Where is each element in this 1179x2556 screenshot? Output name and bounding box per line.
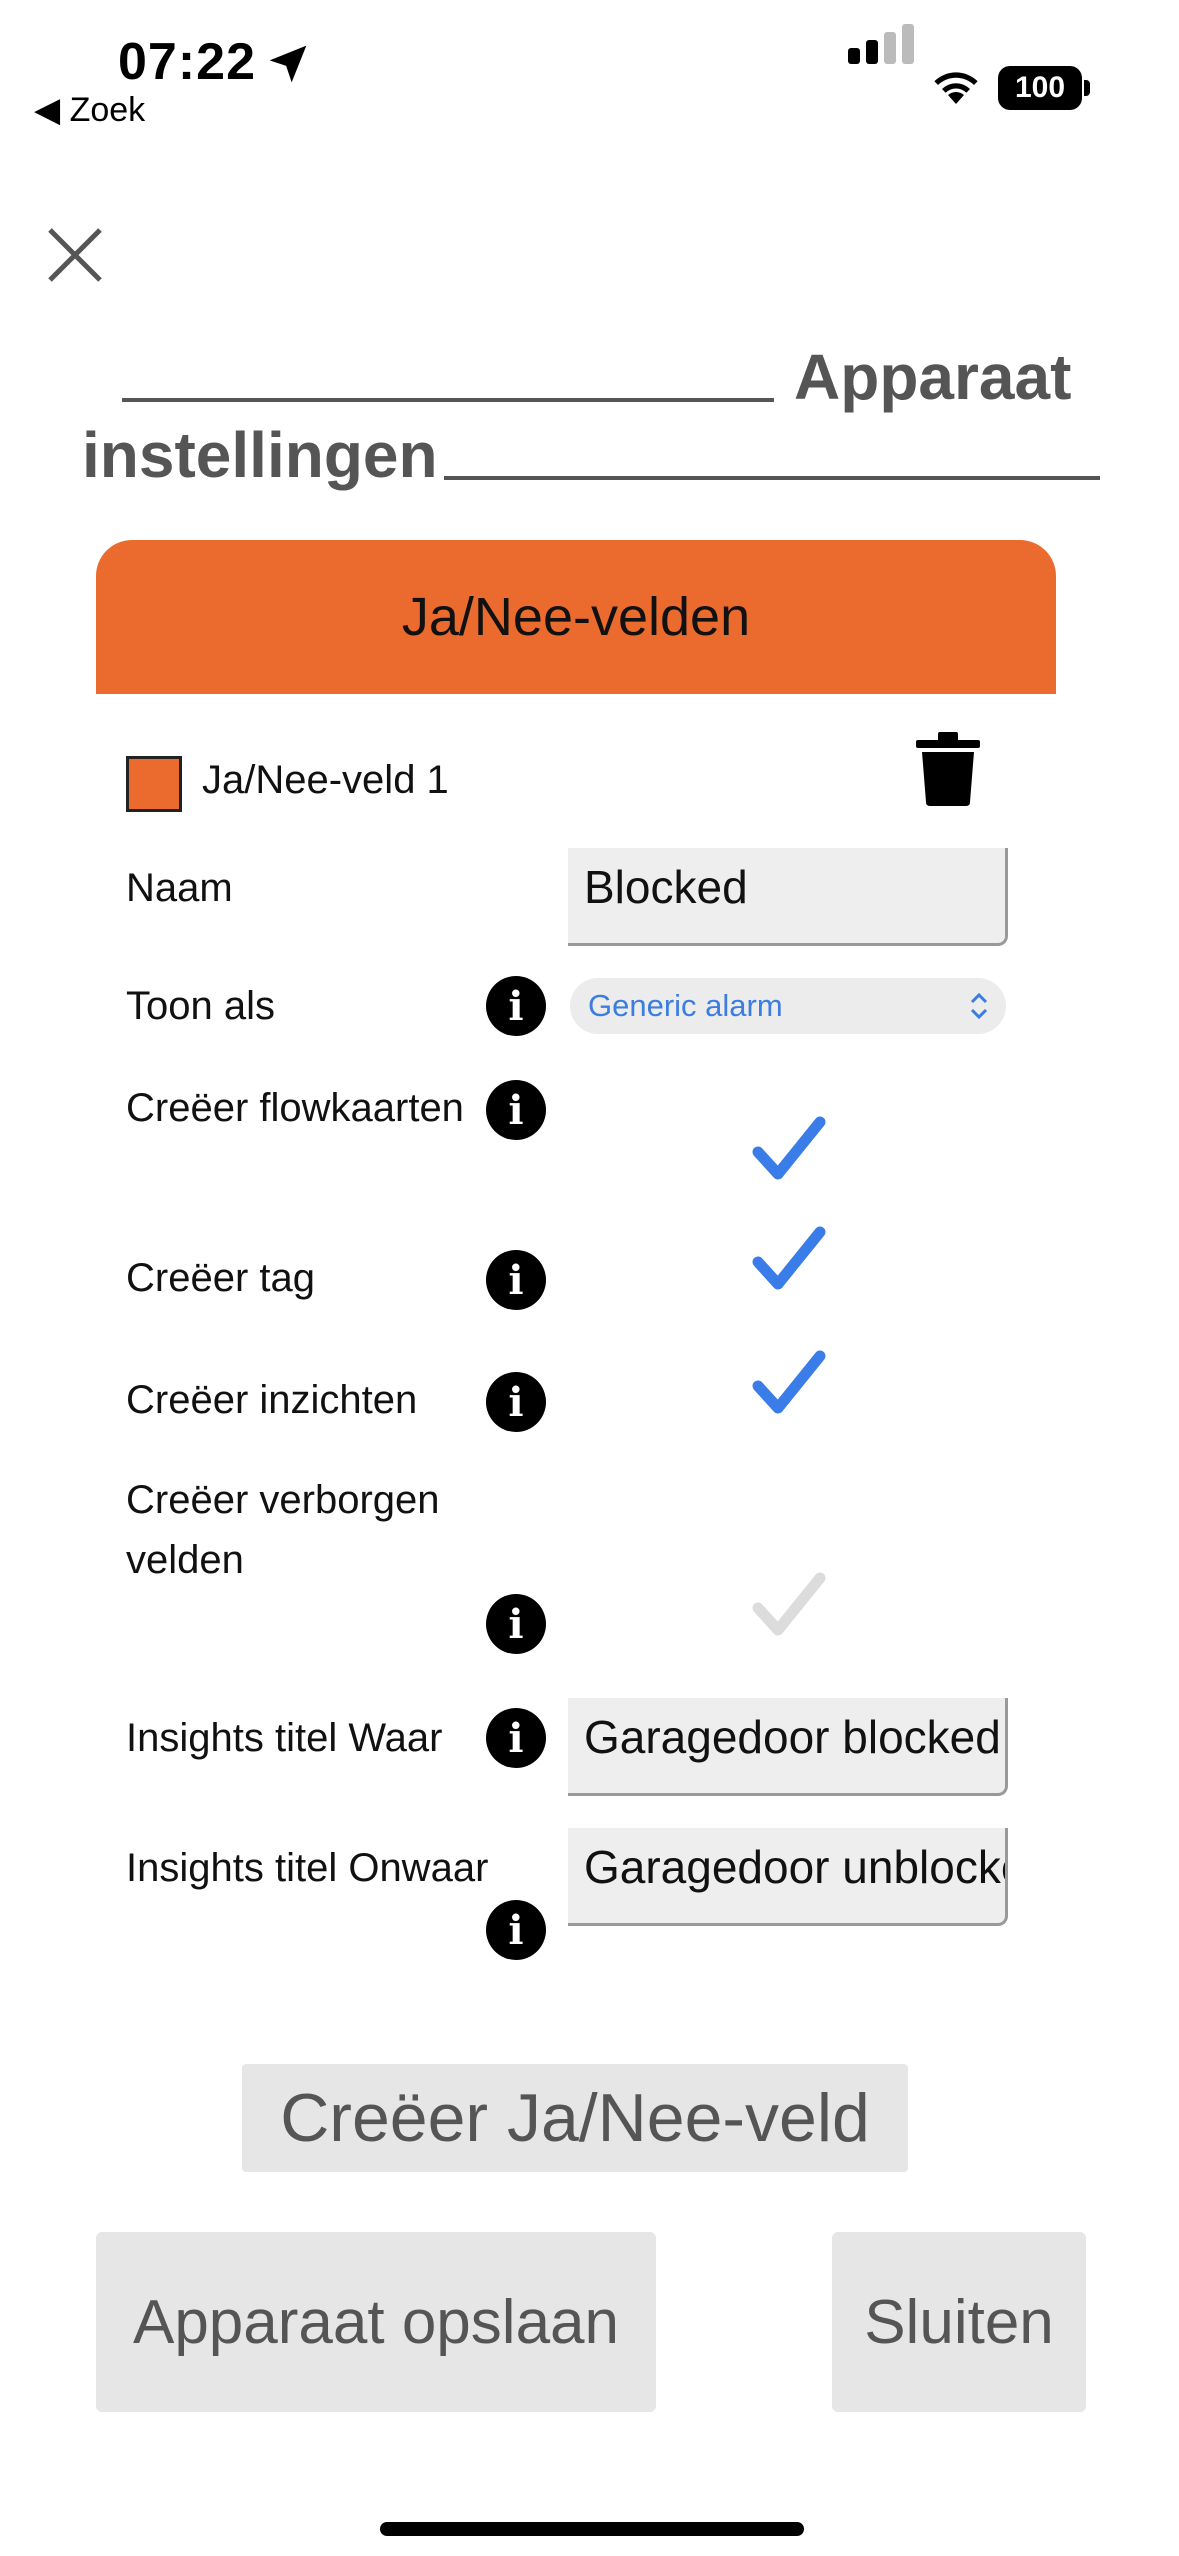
section-header: Ja/Nee-velden — [96, 540, 1056, 694]
info-icon[interactable]: i — [486, 976, 546, 1036]
insights-checkmark-icon[interactable] — [752, 1348, 826, 1416]
name-label: Naam — [126, 866, 233, 910]
page-title: Apparaat instellingen — [0, 0, 1179, 500]
info-icon[interactable]: i — [486, 1250, 546, 1310]
tag-label: Creëer tag — [126, 1256, 315, 1300]
tag-checkmark-icon[interactable] — [752, 1224, 826, 1292]
flowcards-checkmark-icon[interactable] — [752, 1114, 826, 1182]
save-device-button[interactable]: Apparaat opslaan — [96, 2232, 656, 2412]
insights-label: Creëer inzichten — [126, 1378, 418, 1422]
chevron-updown-icon — [970, 992, 988, 1020]
create-yes-no-field-button[interactable]: Creëer Ja/Nee-veld — [242, 2064, 908, 2172]
info-icon[interactable]: i — [486, 1900, 546, 1960]
insights-true-label: Insights titel Waar — [126, 1716, 443, 1760]
hidden-label-line1: Creëer verborgen — [126, 1478, 440, 1522]
flowcards-label: Creëer flowkaarten — [126, 1086, 464, 1130]
title-word-apparaat: Apparaat — [794, 341, 1072, 413]
info-icon[interactable]: i — [486, 1708, 546, 1768]
hidden-checkmark-icon[interactable] — [752, 1570, 826, 1638]
insights-true-input[interactable]: Garagedoor blocked — [568, 1698, 1008, 1796]
close-button[interactable]: Sluiten — [832, 2232, 1086, 2412]
info-icon[interactable]: i — [486, 1080, 546, 1140]
info-icon[interactable]: i — [486, 1372, 546, 1432]
field-title: Ja/Nee-veld 1 — [202, 758, 449, 802]
show-as-select[interactable]: Generic alarm — [570, 978, 1006, 1034]
title-word-instellingen: instellingen — [82, 419, 438, 491]
trash-icon[interactable] — [916, 730, 980, 806]
show-as-label: Toon als — [126, 984, 275, 1028]
insights-false-input[interactable]: Garagedoor unblocked — [568, 1828, 1008, 1926]
name-input[interactable]: Blocked — [568, 848, 1008, 946]
show-as-value: Generic alarm — [588, 988, 783, 1023]
home-indicator[interactable] — [380, 2522, 804, 2536]
info-icon[interactable]: i — [486, 1594, 546, 1654]
hidden-label-line2: velden — [126, 1538, 244, 1582]
insights-false-label: Insights titel Onwaar — [126, 1846, 489, 1890]
color-swatch[interactable] — [126, 756, 182, 812]
